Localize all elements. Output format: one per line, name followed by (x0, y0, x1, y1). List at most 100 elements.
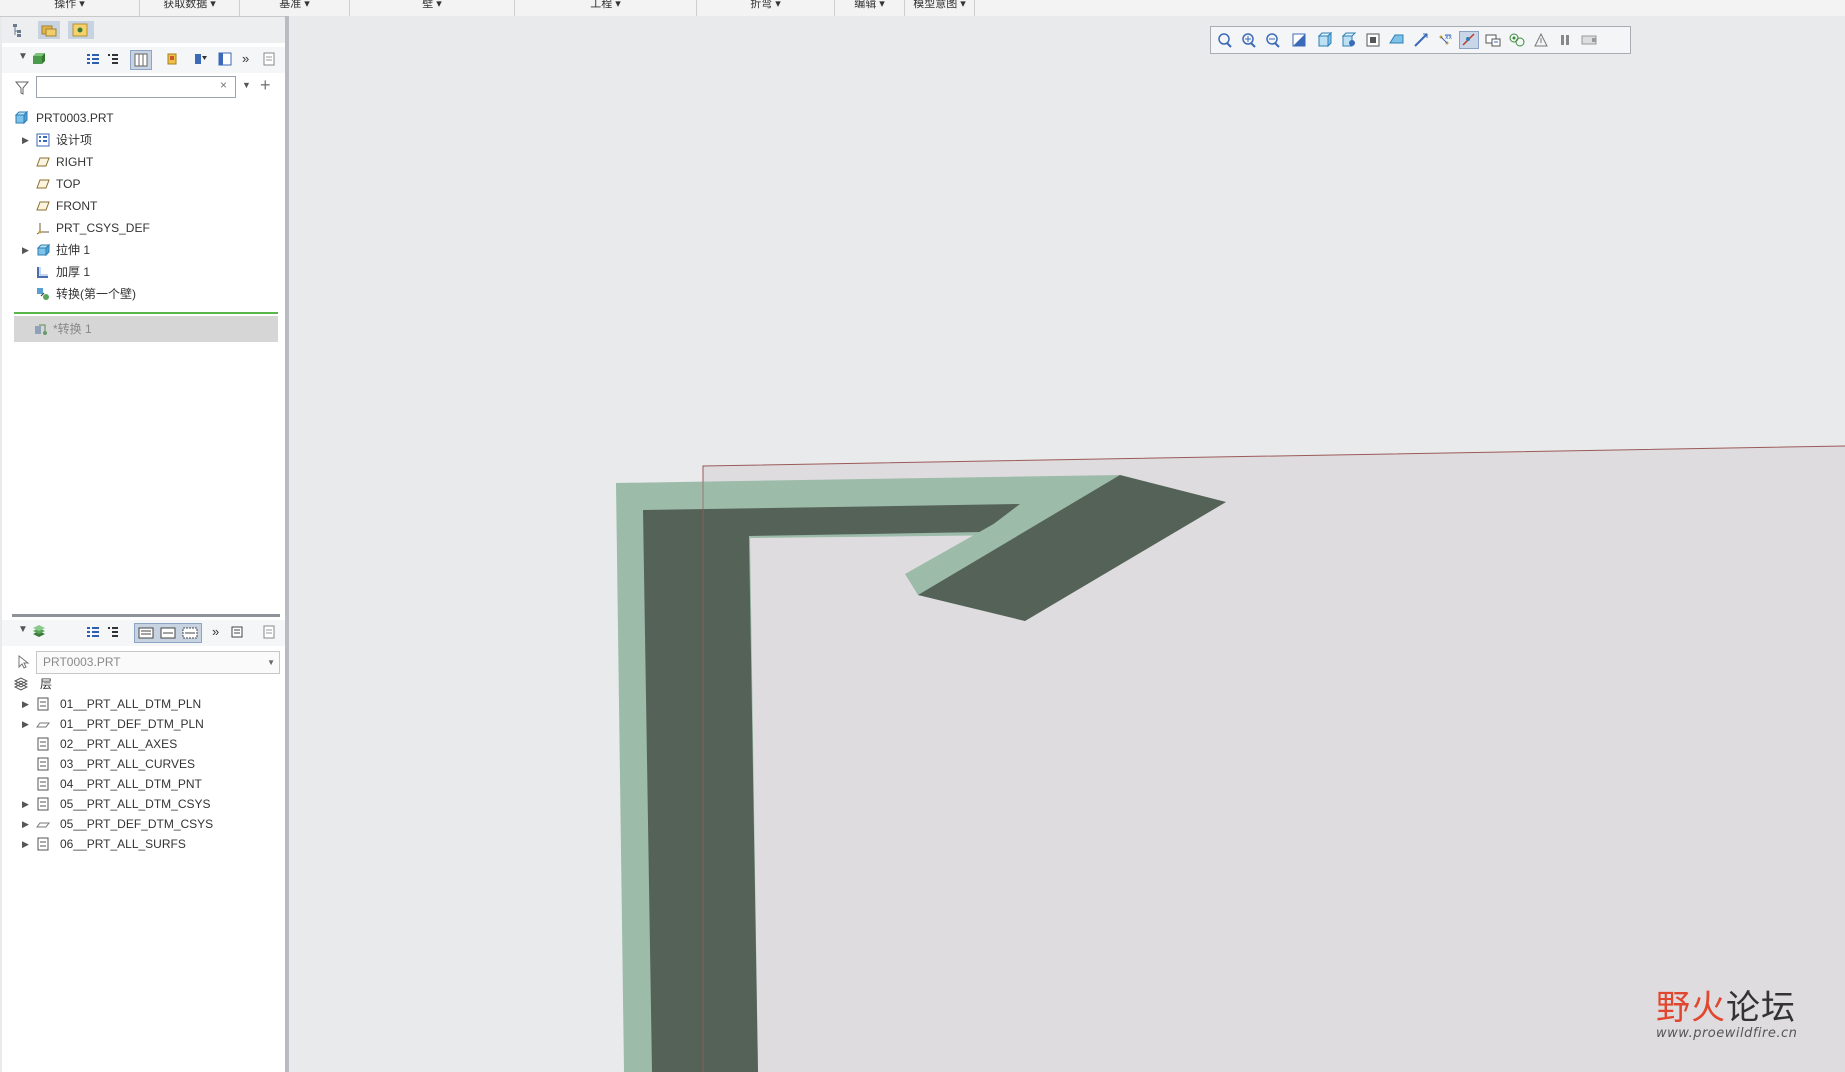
graphics-viewport[interactable] (289, 16, 1845, 1072)
inserted-feature-label: *转换 1 (53, 322, 92, 336)
datum-plane-icon (36, 179, 50, 189)
zoom-in-button[interactable] (1239, 31, 1259, 49)
tab-model-tree[interactable] (8, 21, 30, 39)
tree-search-input[interactable] (36, 76, 236, 98)
spin-center-button[interactable] (1459, 31, 1479, 49)
expand-arrow-icon[interactable]: ▶ (22, 694, 32, 714)
tree-item-extrude[interactable]: ▶ 拉伸 1 (2, 240, 285, 260)
show-details-button[interactable] (130, 50, 152, 70)
csys-icon (36, 223, 49, 235)
view-manager-button[interactable] (1363, 31, 1383, 49)
group-get-data-label: 获取数据 (163, 0, 208, 10)
expand-arrow-icon[interactable]: ▶ (22, 834, 32, 854)
search-options-icon[interactable]: ▼ (242, 80, 251, 90)
group-walls[interactable]: 壁 ▾ (350, 0, 515, 16)
layer-item[interactable]: ▶ 01__PRT_DEF_DTM_PLN (2, 714, 285, 734)
refit-button[interactable] (1215, 31, 1235, 49)
layer-item[interactable]: ▶ 05__PRT_ALL_DTM_CSYS (2, 794, 285, 814)
layer-item[interactable]: 04__PRT_ALL_DTM_PNT (2, 774, 285, 794)
repaint-button[interactable] (1289, 31, 1309, 49)
zoom-out-button[interactable] (1263, 31, 1283, 49)
tree-settings-icon[interactable] (218, 52, 232, 66)
tree-item-thicken[interactable]: 加厚 1 (2, 262, 285, 282)
expand-arrow-icon[interactable]: ▶ (22, 794, 32, 814)
layer-item[interactable]: 02__PRT_ALL_AXES (2, 734, 285, 754)
document-icon[interactable] (262, 625, 276, 639)
layers-icon[interactable] (32, 625, 46, 639)
more-icon[interactable]: » (242, 51, 249, 66)
show-menu-icon[interactable] (32, 52, 46, 66)
sheet-surface (703, 446, 1845, 1072)
tree-item-convert-feature[interactable]: *转换 1 (14, 316, 278, 342)
settings-icon[interactable] (165, 52, 179, 66)
expand-arrow-icon[interactable]: ▶ (22, 814, 32, 834)
tree-filters-icon[interactable] (86, 52, 100, 66)
zoom-out-icon (1266, 33, 1280, 48)
expand-arrow-icon[interactable]: ▶ (22, 130, 32, 150)
layer-item[interactable]: ▶ 06__PRT_ALL_SURFS (2, 834, 285, 854)
tree-item-design-items[interactable]: ▶ 设计项 (2, 130, 285, 150)
perspective-button[interactable] (1387, 31, 1407, 49)
expand-arrow-icon[interactable]: ▶ (22, 240, 32, 260)
tree-item-label: RIGHT (56, 155, 94, 169)
csys-display-button[interactable] (1507, 31, 1527, 49)
more-icon[interactable]: » (212, 624, 219, 639)
saved-orientations-icon (1341, 32, 1357, 47)
insert-here-indicator[interactable] (14, 312, 278, 314)
layer-properties-icon[interactable] (230, 625, 244, 639)
group-datum[interactable]: 基准 ▾ (240, 0, 350, 16)
layer-tree-toolbar: ▼ » (2, 620, 285, 646)
layer-item-label: 01__PRT_DEF_DTM_PLN (60, 717, 204, 731)
document-icon[interactable] (262, 52, 276, 66)
expand-all-icon[interactable] (86, 625, 100, 639)
tab-favorites[interactable] (68, 21, 94, 39)
tree-item-convert[interactable]: 转换(第一个壁) (2, 284, 285, 304)
group-operations[interactable]: 操作 ▾ (0, 0, 140, 16)
dropdown-arrow-icon[interactable]: ▼ (267, 652, 275, 673)
clear-search-icon[interactable]: × (220, 78, 227, 92)
tree-item-csys[interactable]: PRT_CSYS_DEF (2, 218, 285, 238)
datum-planes-button[interactable] (1483, 31, 1503, 49)
tab-folder-browser[interactable] (38, 21, 60, 39)
add-filter-icon[interactable]: + (260, 75, 271, 96)
layer-item[interactable]: 03__PRT_ALL_CURVES (2, 754, 285, 774)
section-icon (1581, 35, 1597, 45)
tree-item-right[interactable]: RIGHT (2, 152, 285, 172)
datum-display-button[interactable] (1411, 31, 1431, 49)
layer-item[interactable]: ▶ 05__PRT_DEF_DTM_CSYS (2, 814, 285, 834)
convert-feature-icon (35, 324, 47, 335)
annotation-display-button[interactable]: xx (1435, 31, 1455, 49)
group-model-intent-label: 模型意图 (913, 0, 958, 10)
tree-columns-icon[interactable] (106, 52, 120, 66)
saved-orientations-button[interactable] (1339, 31, 1359, 49)
perspective-icon (1389, 34, 1404, 44)
design-items-icon (36, 133, 50, 147)
tree-item-top[interactable]: TOP (2, 174, 285, 194)
tree-item-front[interactable]: FRONT (2, 196, 285, 216)
group-get-data[interactable]: 获取数据 ▾ (140, 0, 240, 16)
tree-divider[interactable] (12, 614, 280, 617)
view-manager-icon (1366, 33, 1380, 47)
navigator-tabs (2, 17, 287, 43)
collapse-all-icon[interactable] (106, 625, 120, 639)
layer-item[interactable]: ▶ 01__PRT_ALL_DTM_PLN (2, 694, 285, 714)
layer-item-label: 02__PRT_ALL_AXES (60, 737, 178, 751)
section-button[interactable] (1579, 31, 1599, 49)
collapse-toggle-icon[interactable]: ▼ (18, 624, 28, 635)
layer-display-buttons[interactable] (134, 623, 202, 643)
display-style-button[interactable] (1315, 31, 1335, 49)
tree-root[interactable]: PRT0003.PRT (2, 108, 285, 128)
model-tree-display-button[interactable] (1531, 31, 1551, 49)
layer-model-select[interactable]: PRT0003.PRT ▼ (36, 651, 280, 674)
expand-arrow-icon[interactable]: ▶ (22, 714, 32, 734)
group-edit[interactable]: 编辑 ▾ (835, 0, 905, 16)
group-model-intent[interactable]: 模型意图 ▾ (905, 0, 975, 16)
sort-filter-icon[interactable] (194, 52, 208, 66)
collapse-toggle-icon[interactable]: ▼ (18, 51, 28, 62)
pause-button[interactable] (1555, 31, 1575, 49)
group-bend[interactable]: 折弯 ▾ (697, 0, 835, 16)
group-datum-label: 基准 (279, 0, 302, 10)
group-engineering[interactable]: 工程 ▾ (515, 0, 697, 16)
filter-icon[interactable] (14, 80, 30, 96)
datum-display-icon (1414, 33, 1428, 47)
